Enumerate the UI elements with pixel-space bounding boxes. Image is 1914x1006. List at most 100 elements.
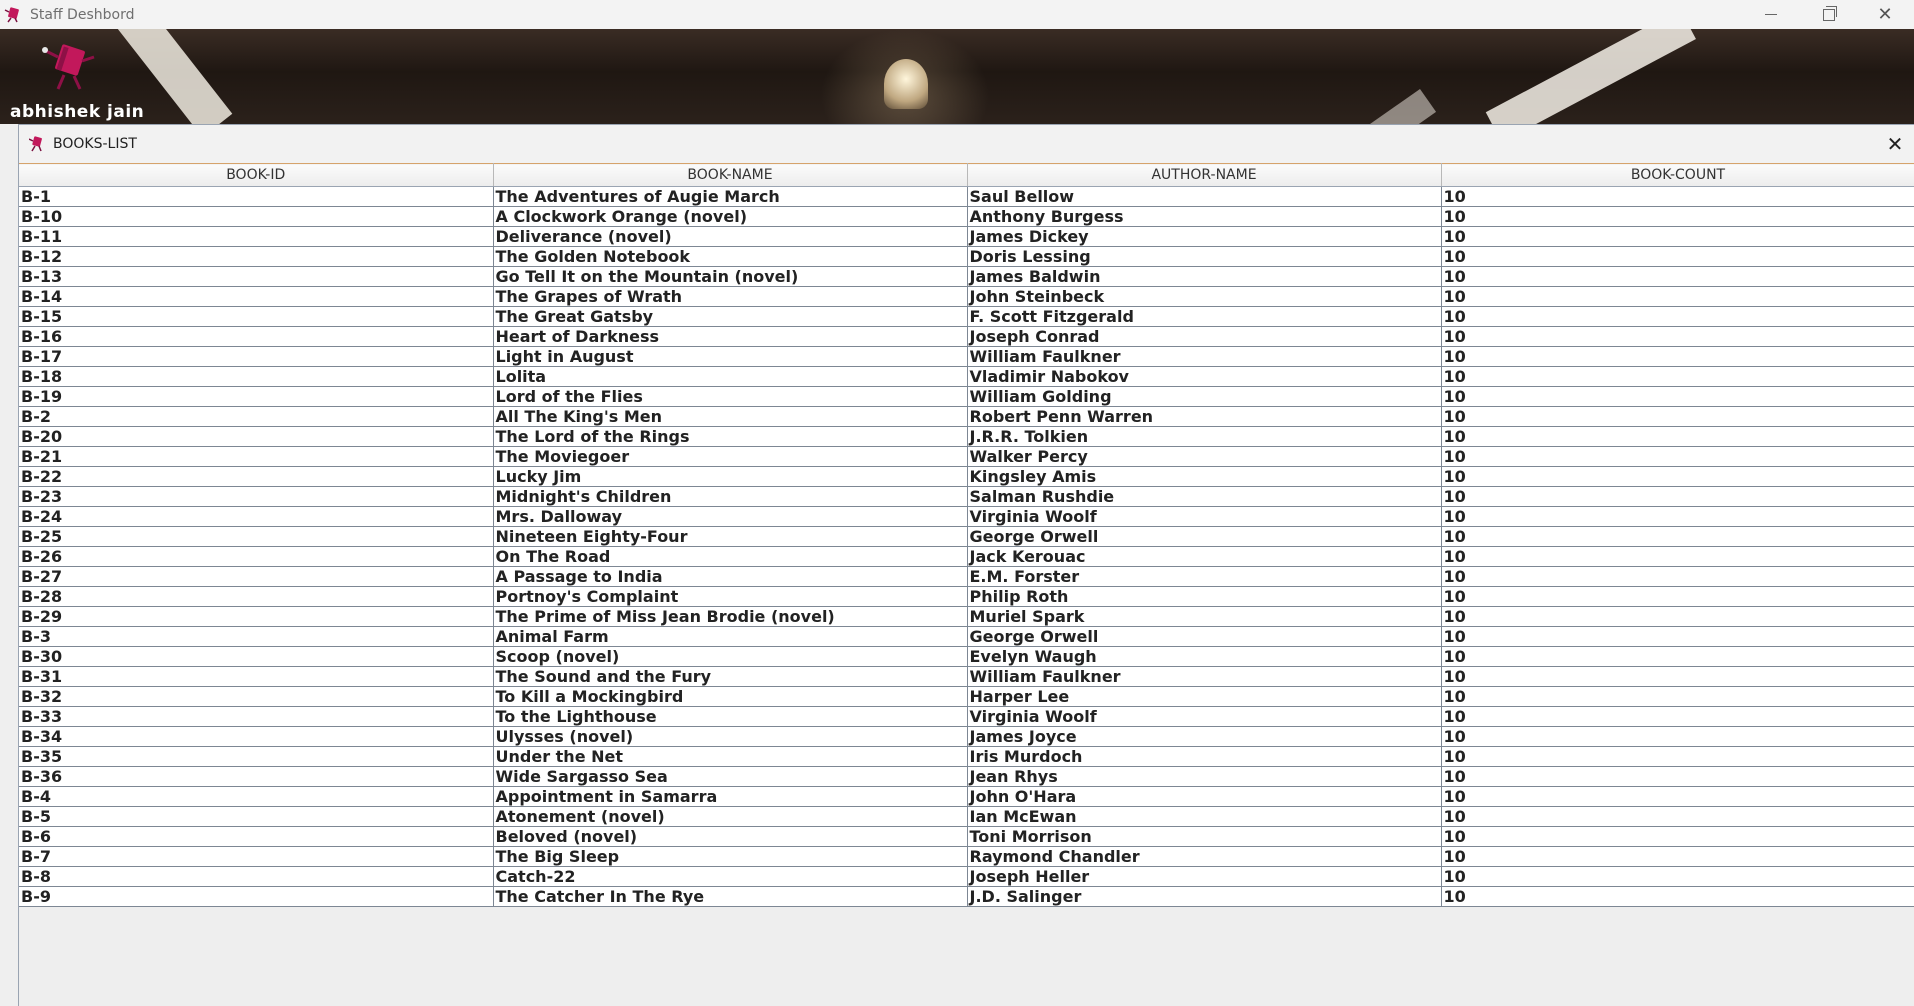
cell-author-name[interactable]: Anthony Burgess bbox=[967, 206, 1442, 227]
cell-book-id[interactable]: B-1 bbox=[19, 186, 494, 207]
cell-book-name[interactable]: The Adventures of Augie March bbox=[493, 186, 968, 207]
cell-book-id[interactable]: B-2 bbox=[19, 406, 494, 427]
cell-author-name[interactable]: Raymond Chandler bbox=[967, 846, 1442, 867]
frame-titlebar[interactable]: BOOKS-LIST ✕ bbox=[19, 125, 1914, 163]
cell-book-id[interactable]: B-23 bbox=[19, 486, 494, 507]
table-row[interactable]: B-13 Go Tell It on the Mountain (novel) Ja… bbox=[19, 266, 1914, 287]
cell-book-count[interactable]: 10 bbox=[1441, 726, 1914, 747]
cell-author-name[interactable]: William Faulkner bbox=[967, 666, 1442, 687]
cell-book-name[interactable]: Heart of Darkness bbox=[493, 326, 968, 347]
table-row[interactable]: B-36 Wide Sargasso Sea Jean Rhys 10 bbox=[19, 766, 1914, 787]
table-row[interactable]: B-9 The Catcher In The Rye J.D. Salinger 10 bbox=[19, 886, 1914, 907]
cell-author-name[interactable]: Walker Percy bbox=[967, 446, 1442, 467]
cell-book-id[interactable]: B-14 bbox=[19, 286, 494, 307]
cell-book-id[interactable]: B-5 bbox=[19, 806, 494, 827]
cell-author-name[interactable]: Toni Morrison bbox=[967, 826, 1442, 847]
cell-book-count[interactable]: 10 bbox=[1441, 466, 1914, 487]
cell-book-name[interactable]: Midnight's Children bbox=[493, 486, 968, 507]
cell-book-count[interactable]: 10 bbox=[1441, 386, 1914, 407]
table-row[interactable]: B-34 Ulysses (novel) James Joyce 10 bbox=[19, 726, 1914, 747]
cell-book-id[interactable]: B-32 bbox=[19, 686, 494, 707]
cell-book-id[interactable]: B-20 bbox=[19, 426, 494, 447]
table-row[interactable]: B-29 The Prime of Miss Jean Brodie (novel… bbox=[19, 606, 1914, 627]
cell-book-name[interactable]: Ulysses (novel) bbox=[493, 726, 968, 747]
table-row[interactable]: B-17 Light in August William Faulkner 10 bbox=[19, 346, 1914, 367]
cell-book-name[interactable]: The Great Gatsby bbox=[493, 306, 968, 327]
table-row[interactable]: B-4 Appointment in Samarra John O'Hara 10 bbox=[19, 786, 1914, 807]
cell-book-id[interactable]: B-11 bbox=[19, 226, 494, 247]
cell-author-name[interactable]: Philip Roth bbox=[967, 586, 1442, 607]
cell-book-count[interactable]: 10 bbox=[1441, 186, 1914, 207]
cell-book-name[interactable]: The Grapes of Wrath bbox=[493, 286, 968, 307]
cell-book-count[interactable]: 10 bbox=[1441, 786, 1914, 807]
cell-author-name[interactable]: Salman Rushdie bbox=[967, 486, 1442, 507]
column-header-book-id[interactable]: BOOK-ID bbox=[19, 163, 494, 187]
cell-author-name[interactable]: E.M. Forster bbox=[967, 566, 1442, 587]
cell-book-name[interactable]: The Lord of the Rings bbox=[493, 426, 968, 447]
cell-book-id[interactable]: B-6 bbox=[19, 826, 494, 847]
cell-book-name[interactable]: A Clockwork Orange (novel) bbox=[493, 206, 968, 227]
cell-author-name[interactable]: Joseph Heller bbox=[967, 866, 1442, 887]
cell-book-count[interactable]: 10 bbox=[1441, 586, 1914, 607]
cell-book-id[interactable]: B-21 bbox=[19, 446, 494, 467]
cell-book-count[interactable]: 10 bbox=[1441, 326, 1914, 347]
cell-book-id[interactable]: B-24 bbox=[19, 506, 494, 527]
column-header-book-name[interactable]: BOOK-NAME bbox=[493, 163, 968, 187]
cell-book-count[interactable]: 10 bbox=[1441, 546, 1914, 567]
cell-book-count[interactable]: 10 bbox=[1441, 826, 1914, 847]
cell-book-name[interactable]: Under the Net bbox=[493, 746, 968, 767]
cell-book-count[interactable]: 10 bbox=[1441, 306, 1914, 327]
cell-book-id[interactable]: B-31 bbox=[19, 666, 494, 687]
table-row[interactable]: B-6 Beloved (novel) Toni Morrison 10 bbox=[19, 826, 1914, 847]
cell-book-id[interactable]: B-25 bbox=[19, 526, 494, 547]
table-row[interactable]: B-32 To Kill a Mockingbird Harper Lee 10 bbox=[19, 686, 1914, 707]
cell-author-name[interactable]: J.D. Salinger bbox=[967, 886, 1442, 907]
cell-book-name[interactable]: The Big Sleep bbox=[493, 846, 968, 867]
cell-book-name[interactable]: Portnoy's Complaint bbox=[493, 586, 968, 607]
cell-book-name[interactable]: Beloved (novel) bbox=[493, 826, 968, 847]
cell-book-id[interactable]: B-10 bbox=[19, 206, 494, 227]
cell-book-name[interactable]: Lolita bbox=[493, 366, 968, 387]
cell-book-id[interactable]: B-8 bbox=[19, 866, 494, 887]
cell-author-name[interactable]: Muriel Spark bbox=[967, 606, 1442, 627]
cell-book-id[interactable]: B-7 bbox=[19, 846, 494, 867]
cell-book-name[interactable]: The Catcher In The Rye bbox=[493, 886, 968, 907]
cell-author-name[interactable]: John O'Hara bbox=[967, 786, 1442, 807]
cell-book-id[interactable]: B-19 bbox=[19, 386, 494, 407]
minimize-button[interactable] bbox=[1742, 0, 1800, 29]
cell-author-name[interactable]: George Orwell bbox=[967, 526, 1442, 547]
table-row[interactable]: B-14 The Grapes of Wrath John Steinbeck 10 bbox=[19, 286, 1914, 307]
cell-book-count[interactable]: 10 bbox=[1441, 746, 1914, 767]
table-row[interactable]: B-16 Heart of Darkness Joseph Conrad 10 bbox=[19, 326, 1914, 347]
cell-book-count[interactable]: 10 bbox=[1441, 426, 1914, 447]
cell-book-name[interactable]: Wide Sargasso Sea bbox=[493, 766, 968, 787]
cell-book-count[interactable]: 10 bbox=[1441, 686, 1914, 707]
cell-book-name[interactable]: Light in August bbox=[493, 346, 968, 367]
cell-book-count[interactable]: 10 bbox=[1441, 606, 1914, 627]
cell-book-count[interactable]: 10 bbox=[1441, 666, 1914, 687]
cell-book-count[interactable]: 10 bbox=[1441, 206, 1914, 227]
cell-book-name[interactable]: The Moviegoer bbox=[493, 446, 968, 467]
table-row[interactable]: B-5 Atonement (novel) Ian McEwan 10 bbox=[19, 806, 1914, 827]
cell-book-name[interactable]: Lord of the Flies bbox=[493, 386, 968, 407]
cell-author-name[interactable]: Saul Bellow bbox=[967, 186, 1442, 207]
cell-book-count[interactable]: 10 bbox=[1441, 566, 1914, 587]
cell-book-count[interactable]: 10 bbox=[1441, 246, 1914, 267]
cell-author-name[interactable]: Doris Lessing bbox=[967, 246, 1442, 267]
cell-book-id[interactable]: B-4 bbox=[19, 786, 494, 807]
cell-book-count[interactable]: 10 bbox=[1441, 446, 1914, 467]
table-row[interactable]: B-7 The Big Sleep Raymond Chandler 10 bbox=[19, 846, 1914, 867]
cell-book-count[interactable]: 10 bbox=[1441, 626, 1914, 647]
cell-book-id[interactable]: B-27 bbox=[19, 566, 494, 587]
cell-book-id[interactable]: B-9 bbox=[19, 886, 494, 907]
table-row[interactable]: B-11 Deliverance (novel) James Dickey 10 bbox=[19, 226, 1914, 247]
cell-author-name[interactable]: William Faulkner bbox=[967, 346, 1442, 367]
cell-book-count[interactable]: 10 bbox=[1441, 806, 1914, 827]
frame-close-button[interactable]: ✕ bbox=[1885, 134, 1905, 154]
cell-book-count[interactable]: 10 bbox=[1441, 766, 1914, 787]
cell-book-count[interactable]: 10 bbox=[1441, 506, 1914, 527]
cell-book-name[interactable]: On The Road bbox=[493, 546, 968, 567]
cell-book-count[interactable]: 10 bbox=[1441, 846, 1914, 867]
cell-book-count[interactable]: 10 bbox=[1441, 266, 1914, 287]
table-row[interactable]: B-18 Lolita Vladimir Nabokov 10 bbox=[19, 366, 1914, 387]
